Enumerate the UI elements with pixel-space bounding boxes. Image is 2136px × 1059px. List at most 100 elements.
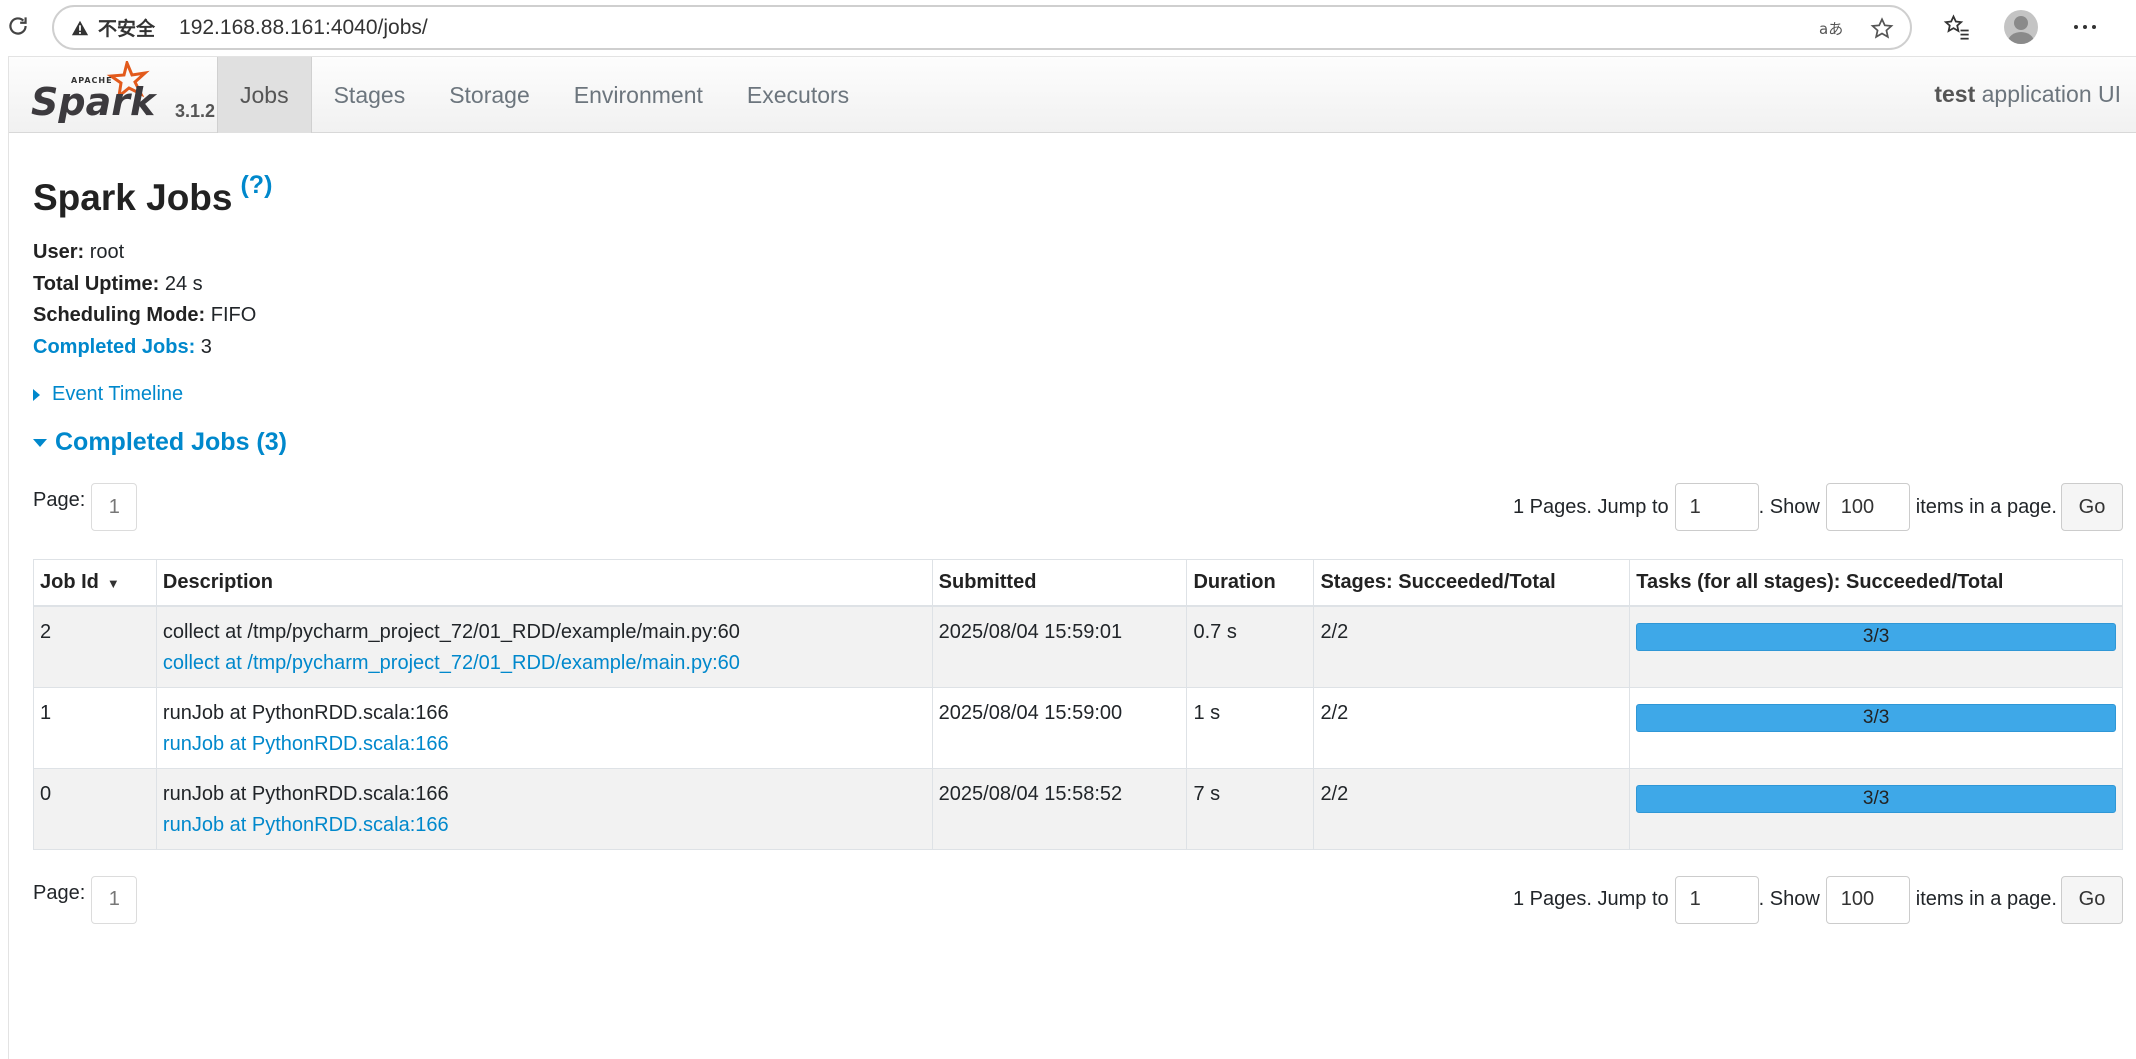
nav-tabs: Jobs Stages Storage Environment Executor…: [217, 57, 871, 133]
page-number-link[interactable]: 1: [91, 483, 138, 531]
pager-top: Page: 1 1 Pages. Jump to 1 . Show 100 it…: [33, 479, 2123, 531]
job-id-header-label: Job Id: [40, 570, 99, 593]
collapse-arrow-icon: [33, 438, 47, 447]
duration-cell: 0.7 s: [1186, 605, 1315, 688]
job-description: runJob at PythonRDD.scala:166: [162, 782, 449, 805]
summary-completed: Completed Jobs: 3: [33, 332, 2123, 364]
user-value: root: [84, 241, 125, 263]
summary-uptime: Total Uptime: 24 s: [33, 269, 2123, 301]
col-description[interactable]: Description: [155, 559, 933, 607]
url-text[interactable]: 192.168.88.161:4040/jobs/: [179, 16, 428, 40]
col-job-id[interactable]: Job Id ▼: [33, 559, 157, 607]
main-content: Spark Jobs (?) User: root Total Uptime: …: [33, 171, 2123, 924]
spark-brand[interactable]: APACHE Spark 3.1.2: [31, 61, 221, 131]
completed-jobs-section-toggle[interactable]: Completed Jobs (3): [33, 428, 2123, 457]
col-submitted[interactable]: Submitted: [931, 559, 1188, 607]
favorites-list-icon[interactable]: [1938, 8, 1976, 46]
col-duration[interactable]: Duration: [1186, 559, 1315, 607]
job-summary: User: root Total Uptime: 24 s Scheduling…: [33, 237, 2123, 363]
page-number-link[interactable]: 1: [91, 875, 138, 924]
description-cell: runJob at PythonRDD.scala:166 runJob at …: [155, 767, 933, 850]
event-timeline-label: Event Timeline: [52, 383, 184, 405]
job-description: runJob at PythonRDD.scala:166: [162, 701, 449, 724]
stages-cell: 2/2: [1313, 605, 1631, 688]
stages-cell: 2/2: [1313, 686, 1631, 769]
pages-jump-text: 1 Pages. Jump to: [1512, 495, 1669, 518]
svg-text:aあ: aあ: [1819, 20, 1843, 38]
submitted-cell: 2025/08/04 15:58:52: [931, 767, 1188, 850]
submitted-cell: 2025/08/04 15:59:00: [931, 686, 1188, 769]
tab-jobs[interactable]: Jobs: [217, 57, 312, 133]
svg-text:Spark: Spark: [31, 80, 158, 124]
warning-icon: [70, 18, 90, 38]
app-name: test: [1934, 81, 1976, 107]
jump-to-page-input[interactable]: 1: [1674, 875, 1759, 924]
user-label: User:: [33, 241, 85, 263]
tasks-cell: 3/3: [1629, 686, 2123, 769]
page-label: Page:: [33, 881, 86, 904]
pager-bottom: Page: 1 1 Pages. Jump to 1 . Show 100 it…: [33, 872, 2123, 924]
col-tasks[interactable]: Tasks (for all stages): Succeeded/Total: [1629, 559, 2123, 607]
description-cell: collect at /tmp/pycharm_project_72/01_RD…: [155, 605, 933, 688]
favorite-star-icon[interactable]: [1868, 15, 1896, 43]
spark-logo-icon: APACHE Spark: [31, 61, 158, 124]
summary-scheduling: Scheduling Mode: FIFO: [33, 300, 2123, 332]
go-button[interactable]: Go: [2061, 875, 2123, 924]
show-text: . Show: [1758, 888, 1820, 910]
profile-avatar-icon[interactable]: [2002, 8, 2040, 46]
page-size-input[interactable]: 100: [1825, 875, 1910, 924]
table-header-row: Job Id ▼ Description Submitted Duration S…: [33, 559, 2123, 607]
page-label: Page:: [33, 489, 86, 511]
spark-page: APACHE Spark 3.1.2 Jobs Stages Storage E…: [8, 56, 2136, 1059]
browser-toolbar: 不安全 192.168.88.161:4040/jobs/ aあ: [0, 0, 2136, 54]
completed-jobs-value: 3: [195, 335, 212, 358]
spark-navbar: APACHE Spark 3.1.2 Jobs Stages Storage E…: [9, 57, 2136, 133]
event-timeline-toggle[interactable]: Event Timeline: [33, 383, 2123, 406]
app-title: test application UI: [1934, 81, 2121, 108]
spark-version: 3.1.2: [175, 101, 216, 121]
jump-to-page-input[interactable]: 1: [1674, 483, 1759, 531]
tasks-progress-bar: 3/3: [1636, 784, 2116, 813]
read-aloud-icon[interactable]: aあ: [1818, 15, 1846, 43]
table-row: 1 runJob at PythonRDD.scala:166 runJob a…: [33, 686, 2123, 769]
tab-environment[interactable]: Environment: [552, 57, 725, 133]
stages-cell: 2/2: [1313, 767, 1631, 850]
job-id-cell: 1: [33, 686, 157, 769]
job-detail-link[interactable]: runJob at PythonRDD.scala:166: [163, 810, 926, 841]
more-menu-icon[interactable]: [2066, 8, 2104, 46]
show-text: . Show: [1758, 495, 1820, 518]
reload-icon[interactable]: [2, 10, 34, 42]
items-in-page-text: items in a page.: [1915, 495, 2057, 518]
page-size-input[interactable]: 100: [1825, 483, 1910, 531]
uptime-value: 24 s: [159, 272, 203, 295]
tasks-progress-bar: 3/3: [1636, 622, 2116, 651]
tasks-cell: 3/3: [1629, 767, 2123, 850]
scheduling-label: Scheduling Mode:: [33, 304, 206, 326]
tasks-progress-bar: 3/3: [1636, 703, 2116, 732]
tab-executors[interactable]: Executors: [725, 57, 871, 133]
submitted-cell: 2025/08/04 15:59:01: [931, 605, 1188, 688]
tasks-cell: 3/3: [1629, 605, 2123, 688]
uptime-label: Total Uptime:: [33, 272, 160, 295]
job-detail-link[interactable]: runJob at PythonRDD.scala:166: [163, 729, 926, 760]
sidebar-toggle-icon[interactable]: [2130, 8, 2136, 46]
job-detail-link[interactable]: collect at /tmp/pycharm_project_72/01_RD…: [163, 648, 926, 679]
items-in-page-text: items in a page.: [1915, 888, 2057, 910]
address-bar[interactable]: 不安全 192.168.88.161:4040/jobs/ aあ: [52, 5, 1912, 50]
page-title: Spark Jobs (?): [33, 171, 2123, 219]
tab-storage[interactable]: Storage: [427, 57, 552, 133]
tab-stages[interactable]: Stages: [312, 57, 428, 133]
jobs-table: Job Id ▼ Description Submitted Duration S…: [33, 559, 2123, 850]
page-title-text: Spark Jobs: [33, 177, 233, 218]
insecure-label[interactable]: 不安全: [98, 14, 155, 41]
completed-jobs-link[interactable]: Completed Jobs:: [33, 336, 195, 358]
scheduling-value: FIFO: [205, 304, 257, 326]
col-stages[interactable]: Stages: Succeeded/Total: [1313, 559, 1631, 607]
completed-jobs-section-label: Completed Jobs (3): [55, 428, 287, 456]
pages-jump-text: 1 Pages. Jump to: [1512, 888, 1669, 910]
table-row: 2 collect at /tmp/pycharm_project_72/01_…: [33, 605, 2123, 688]
go-button[interactable]: Go: [2061, 483, 2123, 531]
help-link[interactable]: (?): [240, 171, 272, 200]
duration-cell: 7 s: [1186, 767, 1315, 850]
summary-user: User: root: [33, 237, 2123, 269]
